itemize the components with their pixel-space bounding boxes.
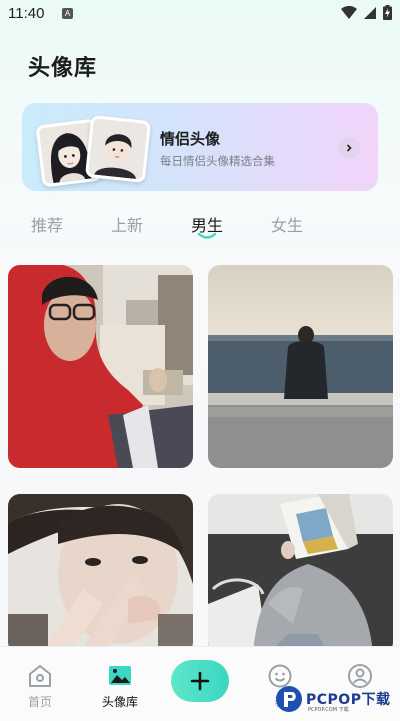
chevron-right-icon [346, 144, 352, 152]
wifi-icon [341, 5, 357, 19]
banner-subtitle: 每日情侣头像精选合集 [160, 154, 275, 168]
add-button[interactable] [171, 660, 229, 702]
nav-home-label: 首页 [27, 695, 52, 709]
active-tab-indicator [197, 232, 217, 239]
home-icon [29, 665, 51, 687]
battery-charging-icon [383, 5, 392, 20]
status-bar: 11:40 A [0, 0, 400, 28]
avatar-photo-2[interactable] [208, 265, 393, 468]
boy-avatar [84, 115, 152, 183]
watermark: PCPOP下载 PCPOP.COM 下载 [274, 684, 398, 714]
status-time: 11:40 [8, 5, 45, 22]
image-icon [109, 666, 131, 685]
nav-home[interactable]: 首页 [5, 647, 75, 721]
avatar-photo-4[interactable] [208, 494, 393, 654]
signal-icon [364, 6, 376, 19]
banner-title: 情侣头像 [160, 130, 221, 148]
avatar-photo-3[interactable] [8, 494, 193, 654]
avatar-photo-1[interactable] [8, 265, 193, 468]
page-title: 头像库 [28, 56, 98, 81]
tab-recommend[interactable]: 推荐 [31, 212, 63, 236]
tab-girls[interactable]: 女生 [271, 212, 303, 236]
status-icons [341, 5, 392, 20]
plus-icon [190, 671, 210, 691]
nav-avatar-library-label: 头像库 [101, 695, 138, 709]
banner-arrow-button[interactable] [338, 137, 360, 159]
notification-badge: A [62, 8, 73, 19]
pcpop-logo-icon [276, 686, 302, 712]
watermark-subtext: PCPOP.COM 下载 [308, 707, 349, 713]
tab-new[interactable]: 上新 [111, 212, 143, 236]
nav-avatar-library[interactable]: 头像库 [85, 647, 155, 721]
couple-avatar-banner[interactable]: 情侣头像 每日情侣头像精选合集 [22, 103, 378, 191]
